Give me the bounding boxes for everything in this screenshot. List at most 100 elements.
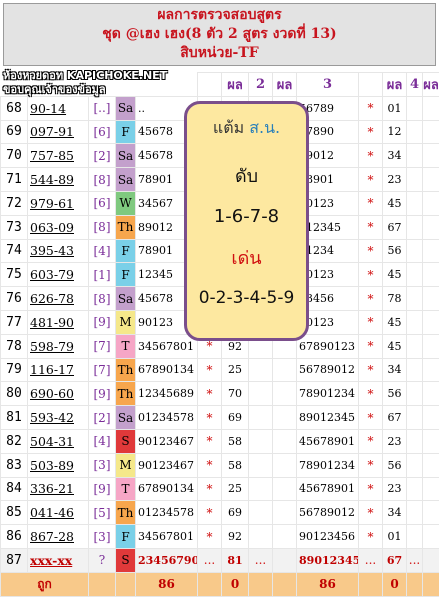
watermark: ห้องหวยดอท KAPICHOKE.NET ขอบคุณเจ้าของข้…	[3, 69, 167, 97]
result-value-4	[423, 358, 439, 382]
day-badge: M	[116, 310, 136, 334]
result-value-3: 34	[383, 358, 407, 382]
hit-mark-3: *	[359, 406, 383, 430]
result-value-2: 92	[222, 525, 249, 549]
formula-set-title: ชุด @เฮง เฮง(8 ตัว 2 สูตร งวดที่ 13)	[4, 25, 435, 44]
hit-mark-3: *	[359, 120, 383, 144]
day-badge: M	[116, 453, 136, 477]
hit-mark-4	[407, 120, 423, 144]
digit-set-2: 34567801	[136, 525, 198, 549]
digit-set-2: 34567801	[136, 334, 198, 358]
digit-set-3: 78901234	[297, 453, 359, 477]
col-header-result-1: ผล	[222, 73, 249, 97]
hit-mark-4	[407, 453, 423, 477]
result-value-2: 81	[222, 548, 249, 572]
digit-sum: [6]	[89, 191, 116, 215]
draw-result: xxx-xx	[28, 548, 89, 572]
hit-mark-2: *	[198, 453, 222, 477]
table-row: 82504-31[4]S90123467*5845678901*23	[1, 429, 439, 453]
day-badge: Sa	[116, 287, 136, 311]
popup-title-suffix: ส.น.	[249, 118, 280, 137]
table-row: 85041-46[5]Th01234578*6956789012*34	[1, 501, 439, 525]
day-badge: F	[116, 525, 136, 549]
total-hits-4: 0	[383, 572, 407, 596]
hit-mark-3: *	[359, 96, 383, 120]
digit-sum: [6]	[89, 120, 116, 144]
digit-set-2: 12345689	[136, 382, 198, 406]
digit-set-2: 67890134	[136, 358, 198, 382]
draw-number: 79	[1, 358, 28, 382]
hit-mark-4	[407, 287, 423, 311]
result-value-4	[423, 406, 439, 430]
hit-mark-4	[407, 525, 423, 549]
draw-number: 78	[1, 334, 28, 358]
digit-sum: [7]	[89, 358, 116, 382]
result-value-3: 01	[383, 525, 407, 549]
draw-number: 72	[1, 191, 28, 215]
result-value-2b	[273, 382, 297, 406]
draw-result: 90-14	[28, 96, 89, 120]
totals-spacer-5	[273, 572, 297, 596]
result-value-3: 45	[383, 310, 407, 334]
watermark-credit: ขอบคุณเจ้าของข้อมูล	[3, 83, 167, 97]
hit-mark-4	[407, 406, 423, 430]
result-value-4	[423, 548, 439, 572]
hit-mark-4	[407, 501, 423, 525]
digit-sum: [8]	[89, 215, 116, 239]
totals-row: ถูก860860	[1, 572, 439, 596]
result-value-2b	[273, 525, 297, 549]
digit-sum: ?	[89, 548, 116, 572]
draw-result: 481-90	[28, 310, 89, 334]
result-value-4	[423, 477, 439, 501]
digit-set-3: 89012345	[297, 548, 359, 572]
hit-mark-3: *	[359, 382, 383, 406]
hit-mark-4	[407, 429, 423, 453]
result-value-2: 25	[222, 477, 249, 501]
day-badge: Th	[116, 215, 136, 239]
hit-mark-2: *	[198, 501, 222, 525]
hit-mark-3: *	[359, 501, 383, 525]
hit-mark-4	[407, 144, 423, 168]
result-value-2: 58	[222, 429, 249, 453]
draw-number: 74	[1, 239, 28, 263]
result-value-4	[423, 501, 439, 525]
result-value-3: 45	[383, 191, 407, 215]
digit-set-3: 56789012	[297, 501, 359, 525]
result-value-3: 12	[383, 120, 407, 144]
totals-spacer-7	[407, 572, 423, 596]
result-value-4	[423, 96, 439, 120]
result-value-4	[423, 310, 439, 334]
result-value-2: 69	[222, 501, 249, 525]
hit-mark-4	[407, 334, 423, 358]
digit-sum: [5]	[89, 501, 116, 525]
day-badge: T	[116, 334, 136, 358]
result-value-4	[423, 215, 439, 239]
digit-set-3: 78901234	[297, 382, 359, 406]
hit-mark-3: *	[359, 287, 383, 311]
hit-mark-4	[407, 215, 423, 239]
result-value-4	[423, 191, 439, 215]
hit-mark-2: *	[198, 358, 222, 382]
result-value-2b	[273, 477, 297, 501]
totals-spacer-2	[116, 572, 136, 596]
day-badge: W	[116, 191, 136, 215]
digit-sum: [..]	[89, 96, 116, 120]
day-badge: Sa	[116, 144, 136, 168]
digit-set-3: 45678901	[297, 429, 359, 453]
result-value-4	[423, 429, 439, 453]
digit-set-2: 67890134	[136, 477, 198, 501]
result-value-4	[423, 263, 439, 287]
digit-sum: [7]	[89, 334, 116, 358]
totals-spacer-8	[423, 572, 439, 596]
popup-den-label: เด่น	[187, 243, 306, 272]
draw-result: 041-46	[28, 501, 89, 525]
result-value-2b	[273, 429, 297, 453]
col-header-result-4: ผล	[423, 73, 439, 97]
draw-number: 80	[1, 382, 28, 406]
day-badge: Th	[116, 358, 136, 382]
day-badge: F	[116, 239, 136, 263]
hit-mark-3: *	[359, 358, 383, 382]
draw-number: 87	[1, 548, 28, 572]
draw-number: 69	[1, 120, 28, 144]
popup-den-value: 0-2-3-4-5-9	[187, 288, 306, 308]
